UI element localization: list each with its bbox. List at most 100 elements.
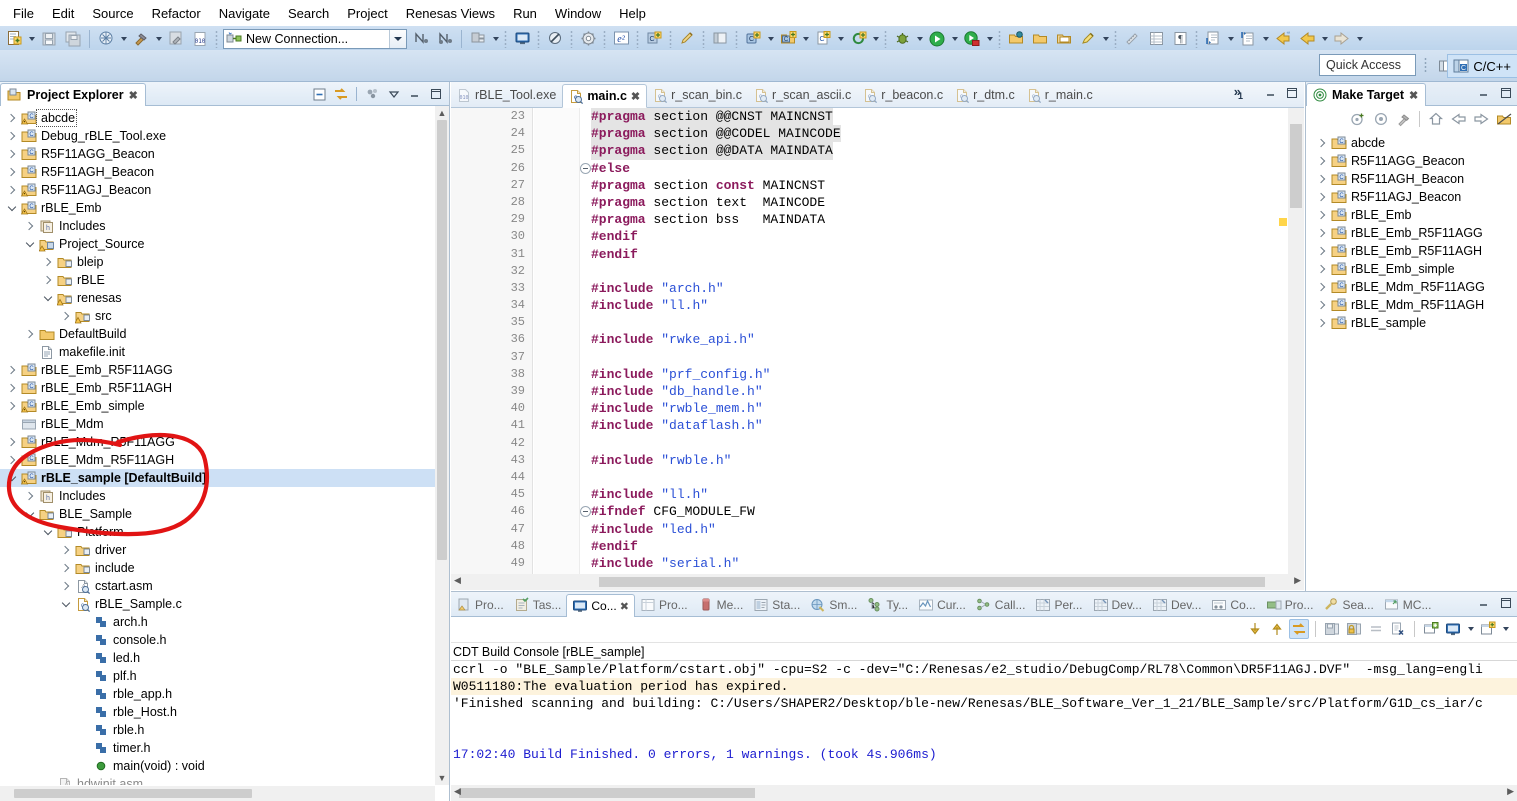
twisty-open-icon[interactable] <box>4 200 20 216</box>
editor-tab-rble-tool-exe[interactable]: 010 rBLE_Tool.exe <box>451 83 562 107</box>
twisty-closed-icon[interactable] <box>4 452 20 468</box>
console-tab-type-hierarchy[interactable]: Ty... <box>862 593 913 616</box>
debug-bug-icon[interactable] <box>891 28 913 50</box>
close-icon[interactable]: ✖ <box>631 90 640 103</box>
forward-icon[interactable] <box>1331 28 1353 50</box>
make-target-item-rble-emb[interactable]: CrBLE_Emb <box>1306 206 1517 224</box>
console-tab-performance[interactable]: Per... <box>1030 593 1087 616</box>
table-icon[interactable] <box>1145 28 1167 50</box>
twisty-closed-icon[interactable] <box>1314 297 1330 313</box>
tab-project-explorer[interactable]: Project Explorer ✖ <box>0 83 146 106</box>
twisty-closed-icon[interactable] <box>1314 189 1330 205</box>
refresh-dropdown-icon[interactable] <box>870 29 881 49</box>
new-make-target-icon[interactable] <box>1347 109 1368 129</box>
code-line[interactable]: 34 #include "ll.h" <box>451 297 1288 314</box>
new-class-icon[interactable]: C <box>742 28 764 50</box>
twisty-closed-icon[interactable] <box>58 308 74 324</box>
tree-item-includes[interactable]: h Includes <box>0 217 435 235</box>
tree-item-rble-mdm[interactable]: rBLE_Mdm <box>0 415 435 433</box>
twisty-closed-icon[interactable] <box>58 542 74 558</box>
new-c-project-icon[interactable]: C <box>643 28 665 50</box>
code-line[interactable]: 38 #include "prf_config.h" <box>451 366 1288 383</box>
console-tab-code-coverage[interactable]: Co... <box>1206 593 1260 616</box>
tree-item-platform[interactable]: Platform <box>0 523 435 541</box>
next-annotation-dropdown-icon[interactable] <box>1225 29 1236 49</box>
tree-item-abcde[interactable]: Cabcde <box>0 109 435 127</box>
build-all-icon[interactable] <box>165 28 187 50</box>
twisty-closed-icon[interactable] <box>4 128 20 144</box>
restore-icon[interactable] <box>1265 87 1277 99</box>
open-perspective-icon[interactable] <box>709 28 731 50</box>
menu-file[interactable]: File <box>4 3 43 24</box>
build-make-target-icon[interactable] <box>1370 109 1391 129</box>
console-hscroll-left-arrow[interactable]: ◀ <box>454 786 461 797</box>
make-target-item-rble-emb-r5f11agh[interactable]: CrBLE_Emb_R5F11AGH <box>1306 242 1517 260</box>
console-tab-properties[interactable]: Pro... <box>635 593 693 616</box>
code-line[interactable]: 43 #include "rwble.h" <box>451 452 1288 469</box>
highlighter-dropdown-icon[interactable] <box>1100 29 1111 49</box>
more-tabs-button[interactable]: »1 <box>1234 84 1246 101</box>
twisty-closed-icon[interactable] <box>4 398 20 414</box>
run-dropdown-icon[interactable] <box>949 29 960 49</box>
code-line[interactable]: 49 #include "serial.h" <box>451 555 1288 572</box>
tree-item-rble-mdm-r5f11agh[interactable]: CrBLE_Mdm_R5F11AGH <box>0 451 435 469</box>
code-line[interactable]: 24 #pragma section @@CODEL MAINCODE <box>451 125 1288 143</box>
twisty-open-icon[interactable] <box>40 524 56 540</box>
menu-project[interactable]: Project <box>338 3 396 24</box>
console-tab-stack[interactable]: Sta... <box>748 593 805 616</box>
forward-dropdown-icon[interactable] <box>1354 29 1365 49</box>
twisty-closed-icon[interactable] <box>4 110 20 126</box>
code-line[interactable]: 29 #pragma section bss MAINDATA <box>451 211 1288 228</box>
editor-tab-r-beacon-c[interactable]: cr_beacon.c <box>857 83 949 107</box>
pilcrow-icon[interactable]: ¶ <box>1169 28 1191 50</box>
code-line[interactable]: 46 #ifndef CFG_MODULE_FW <box>451 503 1288 520</box>
menu-search[interactable]: Search <box>279 3 338 24</box>
console-tab-search[interactable]: Sea... <box>1318 593 1378 616</box>
connection-combo[interactable]: New Connection... <box>223 28 407 49</box>
code-line[interactable]: 33 #include "arch.h" <box>451 280 1288 297</box>
new-class-folder-icon[interactable]: C <box>777 28 799 50</box>
connection-combo-arrow[interactable] <box>389 29 406 48</box>
console-tab-device2[interactable]: Dev... <box>1147 593 1206 616</box>
refresh-icon[interactable] <box>847 28 869 50</box>
minimize-icon[interactable] <box>1477 86 1491 100</box>
hammer-icon[interactable] <box>1393 109 1414 129</box>
tree-item-rble-emb-simple[interactable]: CrBLE_Emb_simple <box>0 397 435 415</box>
new-class-folder-dropdown-icon[interactable] <box>800 29 811 49</box>
tree-item-hdwinit-asm[interactable]: Ahdwinit.asm <box>0 775 435 785</box>
tree-item-bleip[interactable]: bleip <box>0 253 435 271</box>
tree-item-rble-app-h[interactable]: rble_app.h <box>0 685 435 703</box>
hscroll-left-arrow[interactable]: ◀ <box>454 575 461 586</box>
twisty-closed-icon[interactable] <box>4 182 20 198</box>
tab-make-target[interactable]: Make Target ✖ <box>1306 83 1427 106</box>
tree-item-rble-sample-defaultbuild[interactable]: CrBLE_sample [DefaultBuild] <box>0 469 435 487</box>
debug-dropdown-icon[interactable] <box>914 29 925 49</box>
build-dropdown-icon[interactable] <box>153 29 164 49</box>
code-line[interactable]: 26 #else <box>451 160 1288 177</box>
make-target-item-rble-emb-r5f11agg[interactable]: CrBLE_Emb_R5F11AGG <box>1306 224 1517 242</box>
hscroll-right-arrow[interactable]: ▶ <box>1294 575 1301 586</box>
new-class-dropdown-icon[interactable] <box>765 29 776 49</box>
make-target-item-r5f11agh-beacon[interactable]: C R5F11AGH_Beacon <box>1306 170 1517 188</box>
tree-item-ble-sample[interactable]: BLE_Sample <box>0 505 435 523</box>
link-dropdown-icon[interactable] <box>118 29 129 49</box>
close-icon[interactable]: ✖ <box>129 89 138 102</box>
skip-breakpoints-icon[interactable] <box>544 28 566 50</box>
perspective-tab-cpp[interactable]: C C/C++ <box>1447 54 1517 78</box>
save-all-icon[interactable] <box>62 28 84 50</box>
close-icon[interactable]: ✖ <box>1409 89 1418 102</box>
new-file-icon[interactable] <box>3 28 25 50</box>
twisty-closed-icon[interactable] <box>1314 225 1330 241</box>
run-icon[interactable] <box>926 28 948 50</box>
tree-item-led-h[interactable]: led.h <box>0 649 435 667</box>
twisty-closed-icon[interactable] <box>1314 171 1330 187</box>
next-annotation-icon[interactable] <box>1202 28 1224 50</box>
project-tree-vscrollbar[interactable]: ▲ ▼ <box>435 106 449 785</box>
tree-item-rble[interactable]: rBLE <box>0 271 435 289</box>
code-line[interactable]: 41 #include "dataflash.h" <box>451 417 1288 434</box>
tree-item-debug-rble-tool-exe[interactable]: C Debug_rBLE_Tool.exe <box>0 127 435 145</box>
twisty-closed-icon[interactable] <box>4 434 20 450</box>
open-folder2-icon[interactable] <box>1029 28 1051 50</box>
console-tab-smart-browser[interactable]: Sm... <box>805 593 862 616</box>
menu-renesas-views[interactable]: Renesas Views <box>397 3 504 24</box>
